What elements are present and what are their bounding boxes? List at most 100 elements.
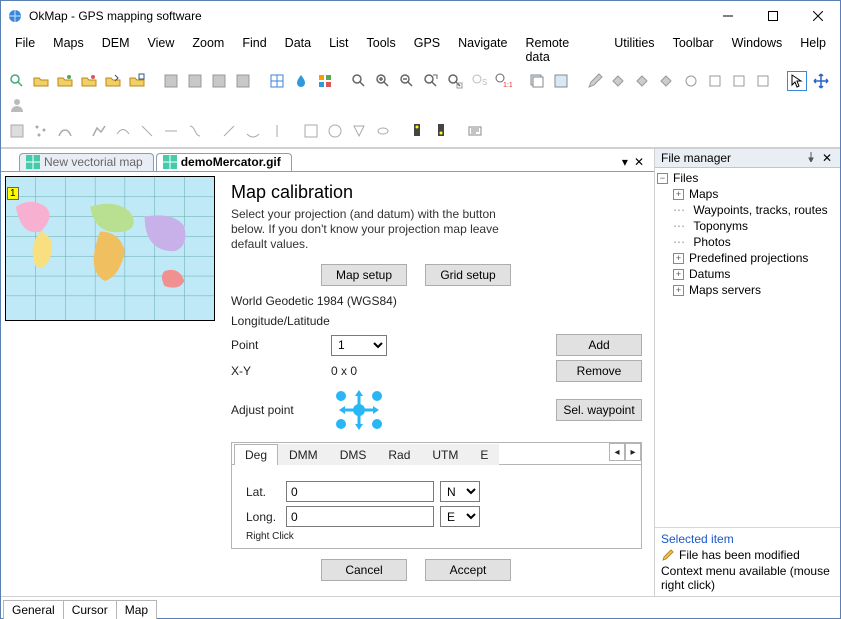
tool-layers-icon[interactable] xyxy=(527,71,547,91)
cancel-button[interactable]: Cancel xyxy=(321,559,407,581)
tool2-k-icon[interactable] xyxy=(267,121,287,141)
tool2-g-icon[interactable] xyxy=(161,121,181,141)
tool-save1-icon[interactable] xyxy=(161,71,181,91)
tab-scroll-left-icon[interactable]: ◂ xyxy=(609,443,625,461)
expander-icon[interactable]: + xyxy=(673,285,684,296)
tool-grid-icon[interactable] xyxy=(267,71,287,91)
status-tab-cursor[interactable]: Cursor xyxy=(63,600,117,619)
tool-shape7-icon[interactable] xyxy=(753,71,773,91)
tool-zoomin-icon[interactable] xyxy=(373,71,393,91)
tool-user-icon[interactable] xyxy=(7,95,27,115)
menu-remote-data[interactable]: Remote data xyxy=(517,33,604,67)
expander-icon[interactable]: − xyxy=(657,173,668,184)
menu-help[interactable]: Help xyxy=(792,33,834,67)
tool2-i-icon[interactable] xyxy=(219,121,239,141)
add-button[interactable]: Add xyxy=(556,334,642,356)
tool-arrow-icon[interactable] xyxy=(787,71,807,91)
tool-shape4-icon[interactable] xyxy=(681,71,701,91)
tool-folder1-icon[interactable] xyxy=(31,71,51,91)
menu-tools[interactable]: Tools xyxy=(359,33,404,67)
long-hemi-select[interactable]: E xyxy=(440,506,480,527)
map-setup-button[interactable]: Map setup xyxy=(321,264,407,286)
tool-save2-icon[interactable] xyxy=(185,71,205,91)
tool-save3-icon[interactable] xyxy=(209,71,229,91)
tool-layers2-icon[interactable] xyxy=(551,71,571,91)
coord-tab-dmm[interactable]: DMM xyxy=(278,444,329,465)
menu-file[interactable]: File xyxy=(7,33,43,67)
menu-utilities[interactable]: Utilities xyxy=(606,33,662,67)
tool-water-icon[interactable] xyxy=(291,71,311,91)
menu-list[interactable]: List xyxy=(321,33,356,67)
coord-tab-e[interactable]: E xyxy=(469,444,499,465)
tool-folder4-icon[interactable] xyxy=(103,71,123,91)
file-tree[interactable]: −Files +Maps ⋯ Waypoints, tracks, routes… xyxy=(655,168,840,527)
coord-tab-dms[interactable]: DMS xyxy=(329,444,378,465)
remove-button[interactable]: Remove xyxy=(556,360,642,382)
tree-root[interactable]: Files xyxy=(673,170,698,186)
status-tab-map[interactable]: Map xyxy=(116,600,157,619)
menu-zoom[interactable]: Zoom xyxy=(184,33,232,67)
menu-find[interactable]: Find xyxy=(234,33,274,67)
tool2-o-icon[interactable] xyxy=(373,121,393,141)
tab-scroll-right-icon[interactable]: ▸ xyxy=(625,443,641,461)
tool2-l-icon[interactable] xyxy=(301,121,321,141)
lat-hemi-select[interactable]: N xyxy=(440,481,480,502)
tool-zoom-icon[interactable] xyxy=(349,71,369,91)
tree-item[interactable]: Toponyms xyxy=(693,218,748,234)
tool-zoomS-icon[interactable]: S xyxy=(469,71,489,91)
tool2-m-icon[interactable] xyxy=(325,121,345,141)
tree-item[interactable]: Predefined projections xyxy=(689,250,808,266)
tree-item[interactable]: Maps servers xyxy=(689,282,761,298)
tool-shape3-icon[interactable] xyxy=(657,71,677,91)
tree-item[interactable]: Maps xyxy=(689,186,718,202)
tree-item[interactable]: Photos xyxy=(693,234,730,250)
menu-toolbar[interactable]: Toolbar xyxy=(665,33,722,67)
expander-icon[interactable]: + xyxy=(673,269,684,280)
menu-gps[interactable]: GPS xyxy=(406,33,448,67)
lat-input[interactable] xyxy=(286,481,434,502)
tool2-j-icon[interactable] xyxy=(243,121,263,141)
menu-view[interactable]: View xyxy=(140,33,183,67)
tree-item[interactable]: Datums xyxy=(689,266,730,282)
coord-tab-rad[interactable]: Rad xyxy=(377,444,421,465)
tool2-c-icon[interactable] xyxy=(55,121,75,141)
long-input[interactable] xyxy=(286,506,434,527)
tool-shape6-icon[interactable] xyxy=(729,71,749,91)
tool2-p-icon[interactable] xyxy=(465,121,485,141)
tool-open-icon[interactable] xyxy=(7,71,27,91)
tool2-e-icon[interactable] xyxy=(113,121,133,141)
close-button[interactable] xyxy=(795,2,840,31)
accept-button[interactable]: Accept xyxy=(425,559,511,581)
maximize-button[interactable] xyxy=(750,2,795,31)
menu-windows[interactable]: Windows xyxy=(724,33,791,67)
tool-zoomout-icon[interactable] xyxy=(397,71,417,91)
menu-maps[interactable]: Maps xyxy=(45,33,92,67)
menu-navigate[interactable]: Navigate xyxy=(450,33,515,67)
tab-new-vectorial[interactable]: New vectorial map xyxy=(19,153,154,171)
tab-demo-mercator[interactable]: demoMercator.gif xyxy=(156,153,292,171)
panel-close-icon[interactable]: ✕ xyxy=(820,151,834,165)
tool-folder3-icon[interactable] xyxy=(79,71,99,91)
coord-tab-utm[interactable]: UTM xyxy=(421,444,469,465)
tool-folder5-icon[interactable] xyxy=(127,71,147,91)
tool-pencil-icon[interactable] xyxy=(585,71,605,91)
grid-setup-button[interactable]: Grid setup xyxy=(425,264,511,286)
tool-shape1-icon[interactable] xyxy=(609,71,629,91)
sel-waypoint-button[interactable]: Sel. waypoint xyxy=(556,399,642,421)
menu-dem[interactable]: DEM xyxy=(94,33,138,67)
tool2-b-icon[interactable] xyxy=(31,121,51,141)
status-tab-general[interactable]: General xyxy=(3,600,64,619)
point-select[interactable]: 1 xyxy=(331,335,387,356)
coord-tab-deg[interactable]: Deg xyxy=(234,444,278,465)
tool2-d-icon[interactable] xyxy=(89,121,109,141)
expander-icon[interactable]: + xyxy=(673,253,684,264)
tree-item[interactable]: Waypoints, tracks, routes xyxy=(693,202,827,218)
tool-zoomfit-icon[interactable] xyxy=(421,71,441,91)
expander-icon[interactable]: + xyxy=(673,189,684,200)
tool2-f-icon[interactable] xyxy=(137,121,157,141)
tool-save4-icon[interactable] xyxy=(233,71,253,91)
adjust-pad-icon[interactable] xyxy=(331,386,387,434)
tool-shape2-icon[interactable] xyxy=(633,71,653,91)
tool-zoomsel-icon[interactable] xyxy=(445,71,465,91)
tool2-n-icon[interactable] xyxy=(349,121,369,141)
